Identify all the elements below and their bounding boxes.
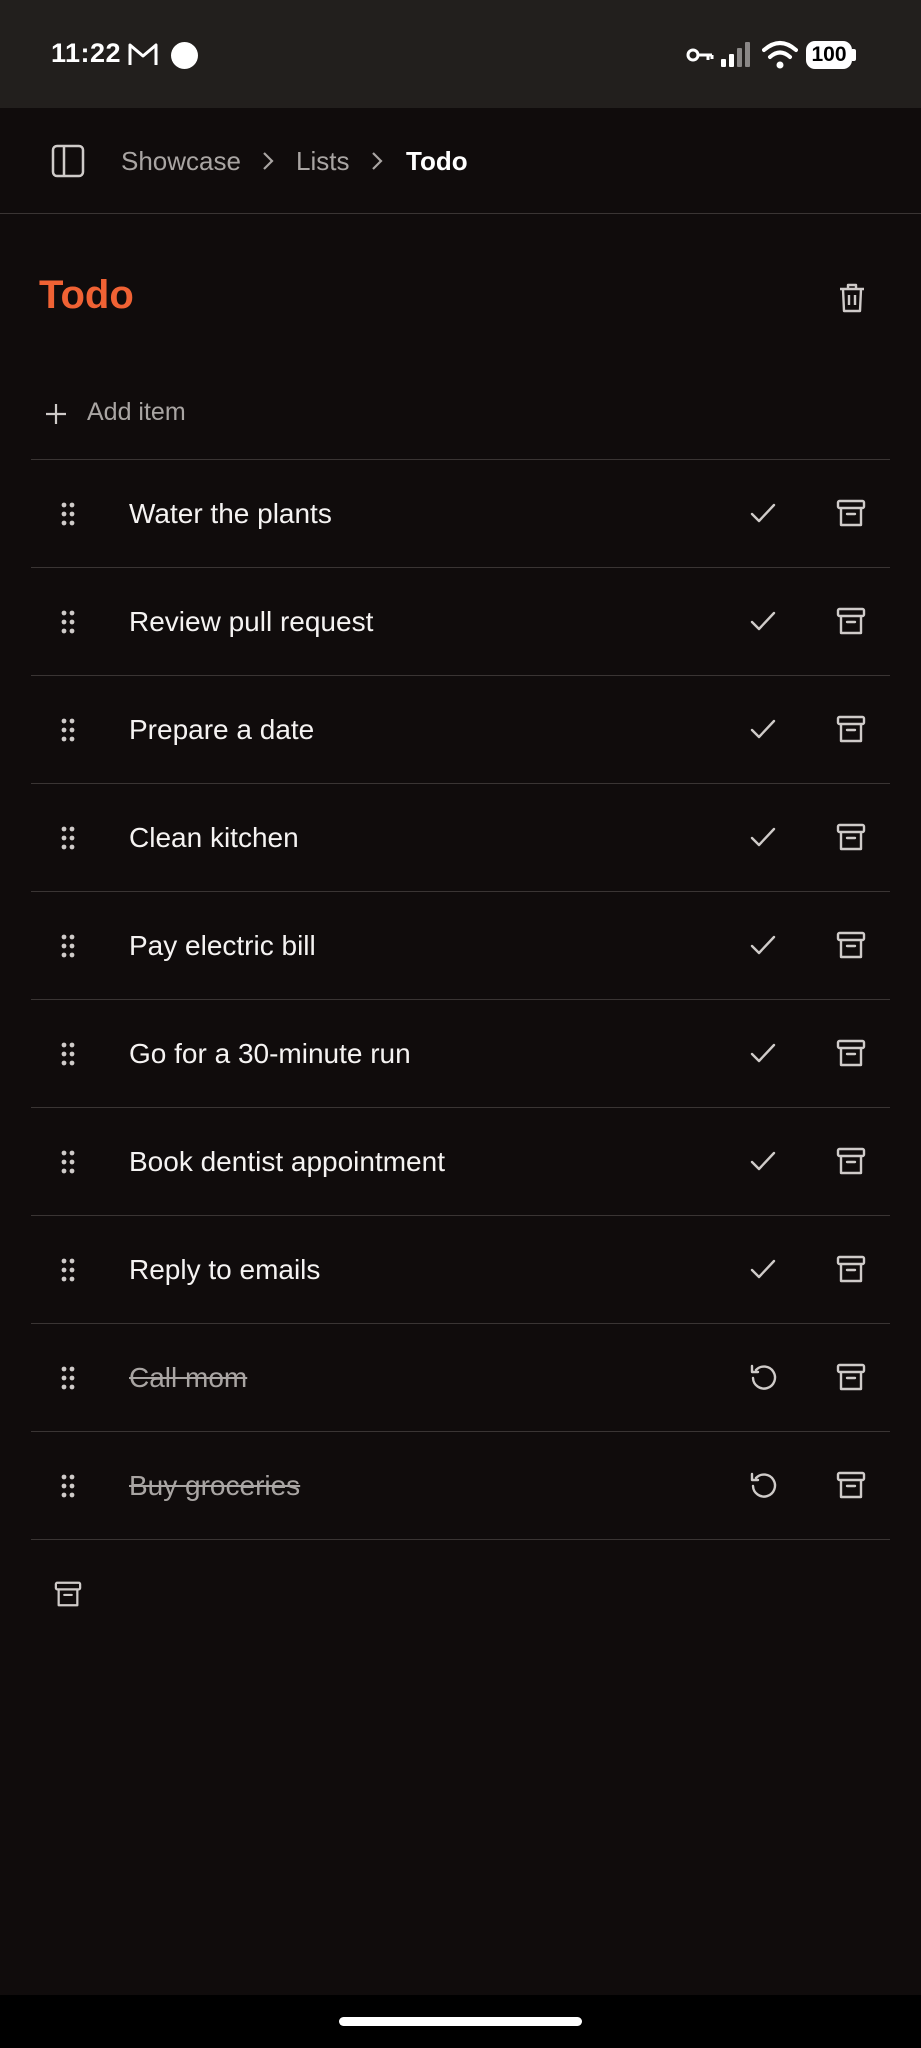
check-icon[interactable]	[747, 605, 779, 637]
system-nav-bar	[0, 1995, 921, 2048]
todo-row: Go for a 30-minute run	[31, 1000, 890, 1108]
status-bar: 11:22 100	[0, 0, 921, 108]
todo-row: Prepare a date	[31, 676, 890, 784]
todo-text[interactable]: Review pull request	[129, 606, 373, 638]
notification-dot-icon	[171, 42, 198, 69]
gmail-icon	[128, 43, 158, 65]
check-icon[interactable]	[747, 929, 779, 961]
todo-text[interactable]: Go for a 30-minute run	[129, 1038, 411, 1070]
drag-handle-icon[interactable]	[61, 1366, 75, 1390]
archive-icon[interactable]	[836, 1470, 866, 1500]
todo-text[interactable]: Pay electric bill	[129, 930, 316, 962]
todo-row: Pay electric bill	[31, 892, 890, 1000]
signal-icon	[721, 42, 750, 67]
breadcrumb-lists[interactable]: Lists	[296, 146, 349, 177]
todo-list: Water the plants Review pull request Pre…	[31, 460, 890, 1540]
todo-text[interactable]: Reply to emails	[129, 1254, 320, 1286]
drag-handle-icon[interactable]	[61, 1042, 75, 1066]
todo-row: Buy groceries	[31, 1432, 890, 1540]
todo-row: Book dentist appointment	[31, 1108, 890, 1216]
top-bar: Showcase Lists Todo	[0, 108, 921, 214]
breadcrumb-current: Todo	[406, 146, 468, 176]
archive-icon[interactable]	[836, 498, 866, 528]
sidebar-toggle-icon[interactable]	[51, 144, 85, 178]
archive-icon[interactable]	[836, 930, 866, 960]
drag-handle-icon[interactable]	[61, 826, 75, 850]
plus-icon	[46, 404, 66, 424]
archive-icon[interactable]	[836, 714, 866, 744]
check-icon[interactable]	[747, 713, 779, 745]
check-icon[interactable]	[747, 1145, 779, 1177]
wifi-icon	[762, 41, 798, 69]
todo-row: Clean kitchen	[31, 784, 890, 892]
undo-icon[interactable]	[747, 1361, 779, 1393]
page-title: Todo	[39, 273, 134, 317]
todo-text[interactable]: Prepare a date	[129, 714, 314, 746]
archive-icon[interactable]	[836, 606, 866, 636]
todo-row: Review pull request	[31, 568, 890, 676]
trash-icon[interactable]	[837, 282, 867, 314]
check-icon[interactable]	[747, 821, 779, 853]
archive-icon[interactable]	[836, 1146, 866, 1176]
chevron-right-icon	[263, 152, 274, 170]
todo-row: Call mom	[31, 1324, 890, 1432]
chevron-right-icon	[372, 152, 383, 170]
todo-text[interactable]: Water the plants	[129, 498, 332, 530]
archive-icon[interactable]	[836, 822, 866, 852]
add-item-button[interactable]: Add item	[31, 382, 890, 460]
todo-text[interactable]: Buy groceries	[129, 1470, 300, 1502]
check-icon[interactable]	[747, 497, 779, 529]
check-icon[interactable]	[747, 1037, 779, 1069]
todo-text[interactable]: Call mom	[129, 1362, 247, 1394]
archive-icon[interactable]	[54, 1580, 82, 1608]
drag-handle-icon[interactable]	[61, 934, 75, 958]
drag-handle-icon[interactable]	[61, 1474, 75, 1498]
drag-handle-icon[interactable]	[61, 502, 75, 526]
todo-text[interactable]: Book dentist appointment	[129, 1146, 445, 1178]
battery-cap	[852, 49, 856, 61]
vpn-key-icon	[686, 48, 714, 62]
drag-handle-icon[interactable]	[61, 1150, 75, 1174]
drag-handle-icon[interactable]	[61, 718, 75, 742]
add-item-label: Add item	[87, 398, 186, 426]
undo-icon[interactable]	[747, 1469, 779, 1501]
drag-handle-icon[interactable]	[61, 1258, 75, 1282]
archive-icon[interactable]	[836, 1362, 866, 1392]
home-indicator[interactable]	[339, 2017, 582, 2026]
todo-text[interactable]: Clean kitchen	[129, 822, 299, 854]
breadcrumb-showcase[interactable]: Showcase	[121, 146, 241, 177]
drag-handle-icon[interactable]	[61, 610, 75, 634]
check-icon[interactable]	[747, 1253, 779, 1285]
archive-icon[interactable]	[836, 1254, 866, 1284]
battery-icon: 100	[806, 41, 852, 69]
status-time: 11:22	[51, 38, 122, 68]
todo-row: Water the plants	[31, 460, 890, 568]
archive-icon[interactable]	[836, 1038, 866, 1068]
todo-row: Reply to emails	[31, 1216, 890, 1324]
